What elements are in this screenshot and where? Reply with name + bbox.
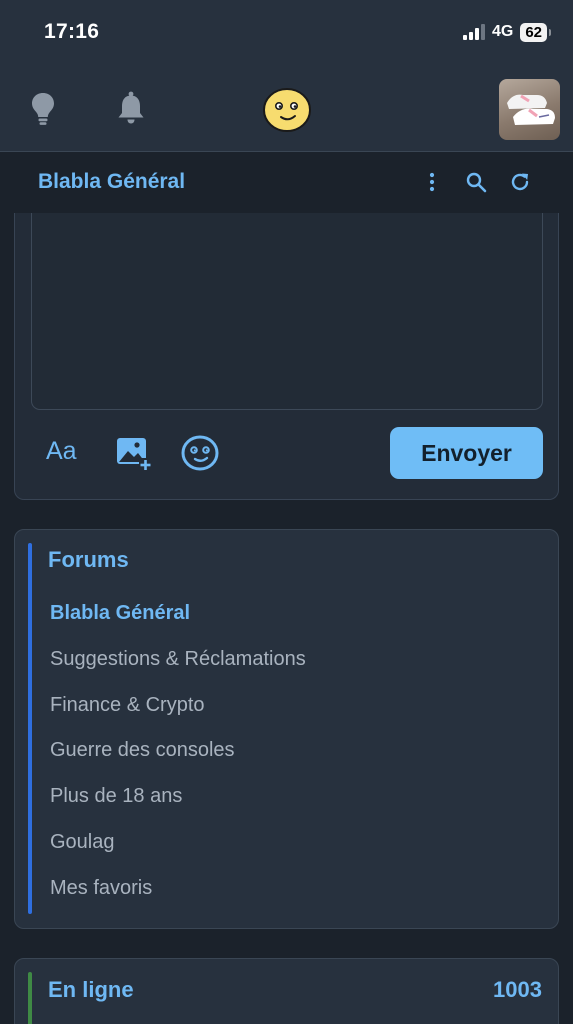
search-icon[interactable] — [464, 170, 488, 194]
online-heading: En ligne — [48, 977, 134, 1002]
forums-accent-bar — [28, 543, 32, 914]
forum-link-plus-de-18-ans[interactable]: Plus de 18 ans — [50, 785, 182, 808]
forum-link-blabla-general[interactable]: Blabla Général — [50, 602, 190, 625]
sneakers-image — [507, 94, 555, 125]
refresh-icon[interactable] — [508, 170, 532, 194]
online-count: 1003 — [493, 977, 542, 1002]
avatar[interactable] — [499, 79, 560, 140]
text-format-button[interactable]: Aa — [46, 437, 77, 466]
forum-link-suggestions[interactable]: Suggestions & Réclamations — [50, 648, 306, 671]
add-image-icon[interactable] — [115, 436, 153, 472]
forums-heading: Forums — [48, 547, 129, 572]
more-vertical-icon[interactable] — [420, 170, 444, 194]
forums-card — [14, 529, 559, 929]
status-indicators: 4G 62 — [462, 22, 551, 42]
forum-link-finance-crypto[interactable]: Finance & Crypto — [50, 694, 205, 717]
forum-link-guerre-consoles[interactable]: Guerre des consoles — [50, 739, 235, 762]
forum-link-mes-favoris[interactable]: Mes favoris — [50, 877, 152, 900]
emoji-icon[interactable] — [180, 434, 220, 472]
send-button[interactable]: Envoyer — [390, 427, 543, 479]
message-input[interactable] — [31, 213, 543, 410]
smiley-logo-icon[interactable] — [262, 87, 312, 133]
forum-title[interactable]: Blabla Général — [38, 170, 185, 194]
status-time: 17:16 — [44, 20, 100, 43]
battery-level: 62 — [520, 22, 551, 42]
lightbulb-icon[interactable] — [28, 90, 58, 126]
network-type: 4G — [491, 23, 514, 40]
bell-icon[interactable] — [114, 90, 148, 126]
online-accent-bar — [28, 972, 32, 1024]
cellular-signal-icon — [462, 24, 485, 40]
forum-link-goulag[interactable]: Goulag — [50, 831, 115, 854]
